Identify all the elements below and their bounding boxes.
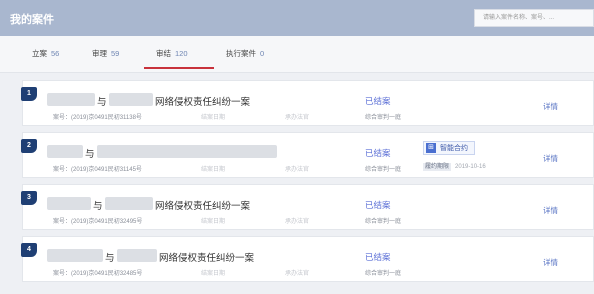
redacted-party	[47, 249, 103, 262]
judge: 承办法官	[285, 167, 310, 173]
redacted-party	[47, 93, 95, 106]
redacted-party	[105, 197, 153, 210]
tab-count: 56	[51, 49, 60, 58]
smart-contract-label: 智能合约	[440, 145, 468, 152]
case-number: 案号：(2019)京0491民初32495号	[53, 219, 143, 225]
deadline-label: 履约期限	[423, 163, 452, 171]
case-number-badge: 4	[21, 243, 37, 257]
tab-label: 审理	[92, 49, 107, 58]
details-link[interactable]: 详情	[543, 205, 558, 216]
case-title[interactable]: 网络侵权责任纠纷一案	[155, 198, 250, 212]
case-number: 案号：(2019)京0491民初31145号	[53, 167, 142, 173]
case-number-badge: 3	[21, 191, 37, 205]
redacted-party	[117, 249, 157, 262]
deadline-date: 2019-10-16	[455, 164, 486, 170]
tab-concluded[interactable]: 审结 120	[156, 48, 188, 59]
case-joiner: 与	[93, 201, 103, 212]
search-input[interactable]: 请输入案件名称、案号、...	[474, 9, 594, 27]
header-bar: 我的案件 请输入案件名称、案号、...	[0, 0, 594, 36]
details-link[interactable]: 详情	[543, 101, 558, 112]
redacted-party	[109, 93, 153, 106]
case-row[interactable]: 1 与 网络侵权责任纠纷一案 案号：(2019)京0491民初31138号 结案…	[21, 80, 594, 126]
judge: 承办法官	[285, 115, 310, 121]
tab-count: 59	[111, 49, 120, 58]
court-name: 综合审判一庭	[365, 219, 402, 225]
judge: 承办法官	[285, 271, 310, 277]
filing-date: 结案日期	[201, 167, 226, 173]
court-name: 综合审判一庭	[365, 115, 402, 121]
case-title[interactable]: 网络侵权责任纠纷一案	[155, 94, 250, 108]
page-title: 我的案件	[10, 14, 54, 26]
case-number-badge: 2	[21, 139, 37, 153]
tab-filed[interactable]: 立案 56	[32, 48, 59, 59]
case-joiner: 与	[105, 253, 115, 264]
details-link[interactable]: 详情	[543, 257, 558, 268]
case-number-badge: 1	[21, 87, 37, 101]
contract-icon: ⊞	[426, 143, 436, 153]
case-joiner: 与	[85, 149, 95, 160]
status-badge: 已结案	[365, 96, 391, 106]
details-link[interactable]: 详情	[543, 153, 558, 164]
court-name: 综合审判一庭	[365, 271, 402, 277]
filing-date: 结案日期	[201, 219, 226, 225]
tab-label: 立案	[32, 49, 47, 58]
tab-count: 0	[260, 49, 265, 58]
tab-enforcement[interactable]: 执行案件 0	[226, 48, 264, 59]
filing-date: 结案日期	[201, 115, 226, 121]
case-row[interactable]: 3 与 网络侵权责任纠纷一案 案号：(2019)京0491民初32495号 结案…	[21, 184, 594, 230]
tabs-bar: 立案 56 审理 59 审结 120 执行案件 0	[0, 36, 594, 73]
tab-label: 执行案件	[226, 49, 256, 58]
smart-contract-button[interactable]: ⊞ 智能合约	[423, 141, 475, 155]
case-joiner: 与	[97, 97, 107, 108]
active-tab-indicator	[144, 67, 214, 69]
tab-count: 120	[175, 49, 188, 58]
filing-date: 结案日期	[201, 271, 226, 277]
status-badge: 已结案	[365, 252, 391, 262]
tab-label: 审结	[156, 49, 171, 58]
case-number: 案号：(2019)京0491民初31138号	[53, 115, 142, 121]
tab-in-trial[interactable]: 审理 59	[92, 48, 119, 59]
status-badge: 已结案	[365, 200, 391, 210]
case-title[interactable]: 网络侵权责任纠纷一案	[159, 250, 254, 264]
redacted-party	[47, 197, 91, 210]
redacted-party	[47, 145, 83, 158]
status-badge: 已结案	[365, 148, 391, 158]
case-number: 案号：(2019)京0491民初32485号	[53, 271, 143, 277]
court-name: 综合审判一庭	[365, 167, 402, 173]
deadline: 履约期限 2019-10-16	[423, 161, 486, 171]
judge: 承办法官	[285, 219, 310, 225]
redacted-party	[97, 145, 277, 158]
case-row[interactable]: 2 与 案号：(2019)京0491民初31145号 结案日期 承办法官 已结案…	[21, 132, 594, 178]
case-row[interactable]: 4 与 网络侵权责任纠纷一案 案号：(2019)京0491民初32485号 结案…	[21, 236, 594, 282]
